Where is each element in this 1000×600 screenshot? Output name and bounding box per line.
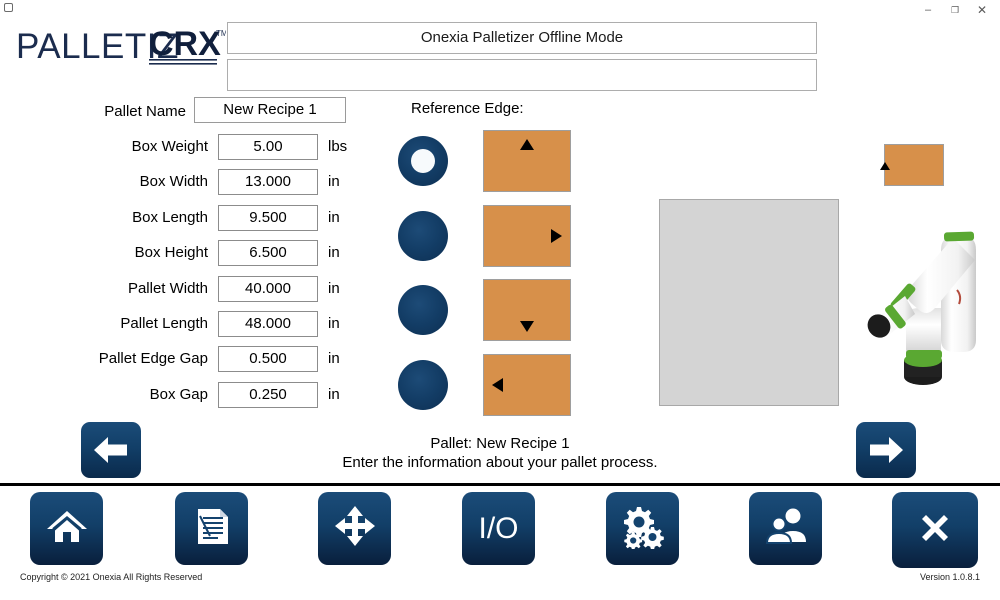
parameter-label: Box Height bbox=[60, 244, 208, 261]
parameter-label: Pallet Width bbox=[60, 280, 208, 297]
palletiz-crx-logo: PALLETIZ CRX TM bbox=[16, 22, 226, 74]
parameter-unit: in bbox=[328, 386, 340, 403]
edge-box-right[interactable] bbox=[483, 205, 571, 267]
arrow-right-icon bbox=[856, 422, 916, 478]
parameter-label: Box Width bbox=[60, 173, 208, 190]
app-title-box: Onexia Palletizer Offline Mode bbox=[227, 22, 817, 54]
version-text: Version 1.0.8.1 bbox=[920, 572, 980, 582]
parameter-label: Pallet Length bbox=[60, 315, 208, 332]
users-icon bbox=[763, 503, 809, 554]
window-icon bbox=[4, 3, 13, 12]
parameter-row: Pallet Length 48.000 in bbox=[60, 311, 360, 346]
settings-icon bbox=[620, 503, 666, 554]
home-button[interactable] bbox=[30, 492, 103, 565]
jog-icon bbox=[332, 503, 378, 554]
previous-button[interactable] bbox=[81, 422, 141, 478]
radio-left[interactable] bbox=[398, 360, 448, 410]
next-button[interactable] bbox=[856, 422, 916, 478]
recipes-button[interactable] bbox=[175, 492, 248, 565]
parameter-input[interactable]: 6.500 bbox=[218, 240, 318, 266]
preview-box-graphic bbox=[884, 144, 944, 186]
close-window-button[interactable]: ✕ bbox=[968, 0, 996, 20]
edge-box-down[interactable] bbox=[483, 279, 571, 341]
parameter-row: Pallet Edge Gap 0.500 in bbox=[60, 346, 360, 381]
settings-button[interactable] bbox=[606, 492, 679, 565]
svg-text:TM: TM bbox=[216, 29, 226, 38]
radio-down[interactable] bbox=[398, 285, 448, 335]
reference-edge-option-right[interactable] bbox=[398, 205, 578, 267]
users-button[interactable] bbox=[749, 492, 822, 565]
maximize-button[interactable]: ❐ bbox=[941, 0, 969, 20]
arrow-down-icon bbox=[520, 321, 534, 332]
pallet-preview-area bbox=[659, 199, 839, 406]
parameter-unit: in bbox=[328, 209, 340, 226]
parameter-unit: in bbox=[328, 244, 340, 261]
home-icon bbox=[44, 503, 90, 554]
app-subtitle-box bbox=[227, 59, 817, 91]
pallet-name-label: Pallet Name bbox=[66, 103, 186, 120]
parameter-row: Box Length 9.500 in bbox=[60, 205, 360, 240]
copyright-text: Copyright © 2021 Onexia All Rights Reser… bbox=[20, 572, 202, 582]
parameter-input[interactable]: 48.000 bbox=[218, 311, 318, 337]
reference-edge-option-left[interactable] bbox=[398, 354, 578, 416]
parameter-label: Pallet Edge Gap bbox=[60, 350, 208, 367]
parameter-list: Box Weight5.00lbsBox Width13.000inBox Le… bbox=[60, 134, 360, 417]
parameter-unit: lbs bbox=[328, 138, 347, 155]
status-line-2: Enter the information about your pallet … bbox=[280, 453, 720, 472]
toolbar-divider bbox=[0, 483, 1000, 486]
parameter-unit: in bbox=[328, 280, 340, 297]
bottom-toolbar: I/O bbox=[0, 489, 1000, 569]
parameter-label: Box Gap bbox=[60, 386, 208, 403]
arrow-left-icon bbox=[492, 378, 503, 392]
parameter-unit: in bbox=[328, 173, 340, 190]
parameter-row: Pallet Width 40.000 in bbox=[60, 276, 360, 311]
parameter-row: Box Width 13.000 in bbox=[60, 169, 360, 204]
arrow-up-icon bbox=[520, 139, 534, 150]
box-orientation-arrow-icon bbox=[880, 145, 890, 170]
parameter-unit: in bbox=[328, 350, 340, 367]
pallet-name-input[interactable]: New Recipe 1 bbox=[194, 97, 346, 123]
io-button[interactable]: I/O bbox=[462, 492, 535, 565]
jog-button[interactable] bbox=[318, 492, 391, 565]
parameter-row: Box Height 6.500 in bbox=[60, 240, 360, 275]
edge-box-left[interactable] bbox=[483, 354, 571, 416]
status-message: Pallet: New Recipe 1 Enter the informati… bbox=[280, 434, 720, 472]
svg-text:CRX: CRX bbox=[149, 25, 221, 63]
parameter-input[interactable]: 0.250 bbox=[218, 382, 318, 408]
status-line-1: Pallet: New Recipe 1 bbox=[280, 434, 720, 453]
window-titlebar: – ❐ ✕ bbox=[0, 0, 1000, 20]
parameter-input[interactable]: 9.500 bbox=[218, 205, 318, 231]
arrow-right-icon bbox=[551, 229, 562, 243]
minimize-button[interactable]: – bbox=[914, 0, 942, 20]
arrow-left-icon bbox=[81, 422, 141, 478]
parameter-input[interactable]: 40.000 bbox=[218, 276, 318, 302]
parameter-row: Box Weight 5.00 lbs bbox=[60, 134, 360, 169]
exit-icon bbox=[912, 505, 958, 556]
parameter-row: Box Gap 0.250 in bbox=[60, 382, 360, 417]
robot-arm-graphic bbox=[845, 200, 995, 390]
parameter-input[interactable]: 5.00 bbox=[218, 134, 318, 160]
recipes-icon bbox=[190, 503, 234, 554]
parameter-input[interactable]: 0.500 bbox=[218, 346, 318, 372]
radio-right[interactable] bbox=[398, 211, 448, 261]
reference-edge-option-down[interactable] bbox=[398, 279, 578, 341]
parameter-input[interactable]: 13.000 bbox=[218, 169, 318, 195]
parameter-label: Box Weight bbox=[60, 138, 208, 155]
parameter-label: Box Length bbox=[60, 209, 208, 226]
exit-button[interactable] bbox=[892, 492, 978, 568]
edge-box-up[interactable] bbox=[483, 130, 571, 192]
io-label: I/O bbox=[478, 512, 518, 546]
reference-edge-label: Reference Edge: bbox=[411, 100, 524, 117]
radio-up[interactable] bbox=[398, 136, 448, 186]
parameter-unit: in bbox=[328, 315, 340, 332]
reference-edge-option-up[interactable] bbox=[398, 130, 578, 192]
